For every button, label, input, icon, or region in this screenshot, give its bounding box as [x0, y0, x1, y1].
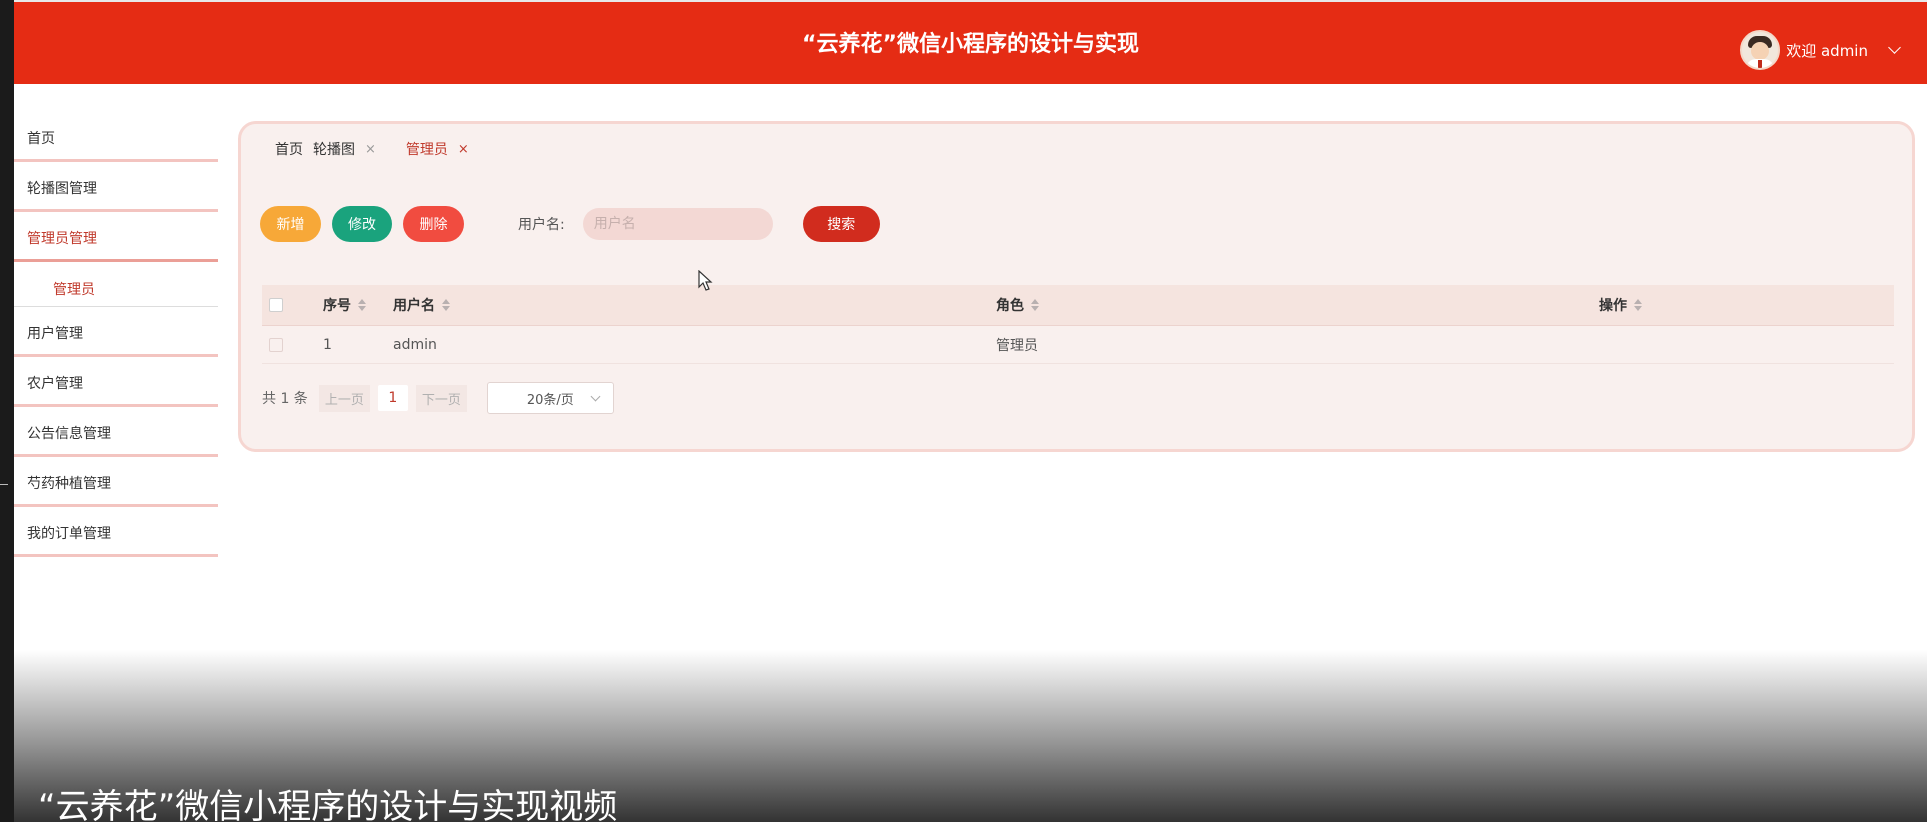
tab-label: 首页 — [275, 142, 303, 158]
welcome-text: 欢迎 admin — [1786, 41, 1868, 60]
column-header-username[interactable]: 用户名 — [393, 295, 996, 315]
main-panel: 首页 轮播图 × 管理员 × 新增 修改 删除 用户名: 搜索 序号 用户名 角色 … — [238, 121, 1915, 452]
sidebar-item-label: 首页 — [27, 131, 55, 147]
tab-carousel[interactable]: 轮播图 × — [313, 139, 376, 159]
prev-page-button[interactable]: 上一页 — [318, 384, 370, 412]
data-table: 序号 用户名 角色 操作 1 admin 管理员 — [262, 285, 1894, 364]
sidebar-item-label: 我的订单管理 — [27, 526, 111, 542]
page-size-select[interactable]: 20条/页 — [486, 382, 614, 414]
toolbar: 新增 修改 删除 用户名: 搜索 — [260, 206, 891, 242]
pagination-total: 共 1 条 — [262, 391, 308, 407]
sidebar-item-my-orders[interactable]: 我的订单管理 — [14, 507, 218, 557]
sidebar-item-label: 芍药种植管理 — [27, 476, 111, 492]
app-title: “云养花”微信小程序的设计与实现 — [802, 32, 1139, 57]
sidebar-item-peony-planting[interactable]: 芍药种植管理 — [14, 457, 218, 507]
next-page-button[interactable]: 下一页 — [415, 384, 467, 412]
column-header-no[interactable]: 序号 — [323, 295, 393, 315]
cell-no: 1 — [323, 336, 332, 353]
sort-icon[interactable] — [442, 299, 450, 311]
sort-icon[interactable] — [358, 299, 366, 311]
sidebar-item-label: 用户管理 — [27, 326, 83, 342]
sort-icon[interactable] — [1031, 299, 1039, 311]
search-label: 用户名: — [518, 217, 565, 233]
tab-bar: 首页 轮播图 × 管理员 × — [275, 139, 479, 159]
sidebar-item-label: 轮播图管理 — [27, 181, 97, 197]
chevron-down-icon[interactable] — [1888, 40, 1901, 54]
table-header: 序号 用户名 角色 操作 — [262, 285, 1894, 326]
sidebar-item-label: 农户管理 — [27, 376, 83, 392]
username-search-input[interactable] — [582, 208, 773, 240]
column-header-role[interactable]: 角色 — [996, 295, 1599, 315]
cell-role: 管理员 — [996, 337, 1038, 354]
sidebar-item-farmers[interactable]: 农户管理 — [14, 357, 218, 407]
top-header: “云养花”微信小程序的设计与实现 欢迎 admin — [14, 0, 1927, 84]
page-number[interactable]: 1 — [377, 385, 408, 411]
tab-admin[interactable]: 管理员 × — [406, 139, 469, 159]
column-header-actions[interactable]: 操作 — [1599, 295, 1894, 315]
sidebar-item-label: 管理员管理 — [27, 231, 97, 247]
sidebar-subitem-admin[interactable]: 管理员 — [14, 262, 218, 307]
sidebar-item-carousel[interactable]: 轮播图管理 — [14, 162, 218, 212]
mouse-cursor-icon — [698, 270, 713, 291]
table-row[interactable]: 1 admin 管理员 — [262, 326, 1894, 364]
edge-tick — [0, 484, 8, 485]
video-caption: “云养花”微信小程序的设计与实现视频 — [38, 787, 618, 827]
avatar — [1740, 30, 1781, 70]
cell-username: admin — [393, 336, 437, 353]
sidebar-item-admin-management[interactable]: 管理员管理 — [14, 212, 218, 262]
left-edge-strip — [0, 0, 14, 822]
search-button[interactable]: 搜索 — [802, 206, 880, 242]
sidebar-item-users[interactable]: 用户管理 — [14, 307, 218, 357]
row-checkbox[interactable] — [269, 337, 283, 352]
edit-button[interactable]: 修改 — [332, 206, 392, 242]
tab-label: 管理员 — [405, 142, 448, 158]
pagination: 共 1 条 上一页 1 下一页 20条/页 — [262, 382, 614, 414]
add-button[interactable]: 新增 — [260, 206, 321, 242]
close-icon[interactable]: × — [458, 142, 469, 157]
tab-home[interactable]: 首页 — [275, 139, 303, 159]
tab-label: 轮播图 — [313, 142, 355, 158]
sort-icon[interactable] — [1634, 299, 1642, 311]
select-all-checkbox[interactable] — [269, 298, 283, 312]
sidebar: 首页 轮播图管理 管理员管理 管理员 用户管理 农户管理 公告信息管理 芍药种植… — [14, 112, 218, 557]
sidebar-item-home[interactable]: 首页 — [14, 112, 218, 162]
close-icon[interactable]: × — [365, 142, 376, 157]
sidebar-item-label: 管理员 — [53, 282, 95, 298]
delete-button[interactable]: 删除 — [403, 206, 464, 242]
sidebar-item-label: 公告信息管理 — [27, 426, 111, 442]
user-menu[interactable]: 欢迎 admin — [1740, 30, 1901, 70]
chevron-down-icon — [590, 391, 601, 402]
sidebar-item-announcements[interactable]: 公告信息管理 — [14, 407, 218, 457]
page-size-value: 20条/页 — [526, 392, 574, 408]
